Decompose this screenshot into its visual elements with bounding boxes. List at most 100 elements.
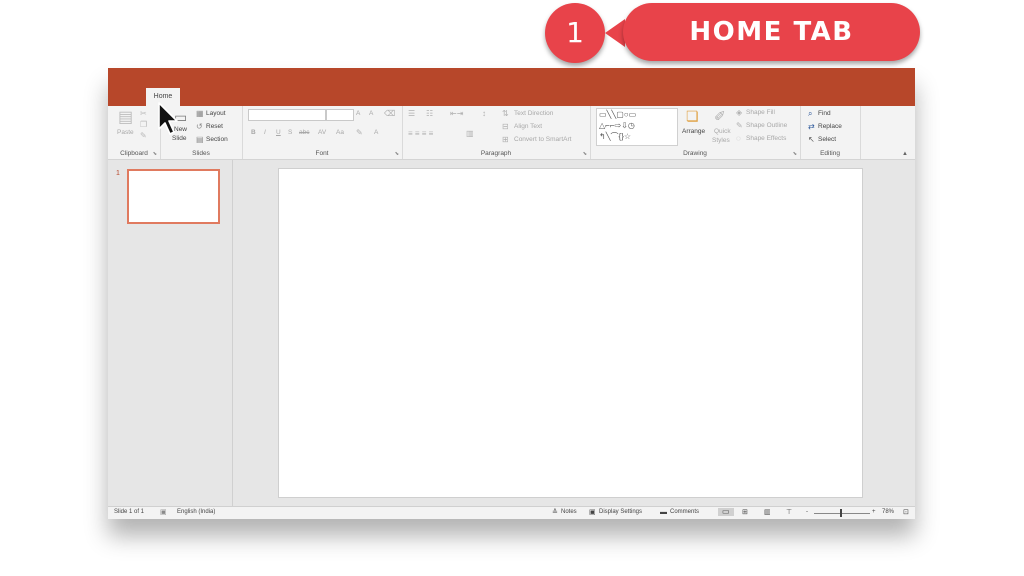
replace-icon: ⇄ [808, 122, 815, 131]
shapes-gallery[interactable]: ▭╲╲▢○▭ △⌐⌐⇨⇩◷ ↰╲⌒{}☆ [596, 108, 678, 146]
replace-button[interactable]: Replace [818, 123, 842, 130]
layout-button[interactable]: Layout [206, 110, 226, 117]
paragraph-launcher-icon[interactable]: ⬊ [583, 151, 587, 157]
slide-thumbnails-pane: 1 [108, 160, 233, 506]
shape-outline-icon: ✎ [736, 121, 743, 130]
zoom-level[interactable]: 78% [882, 509, 894, 515]
display-settings-icon: ▣ [589, 509, 596, 516]
section-button[interactable]: Section [206, 136, 228, 143]
shapes-row-1-icon: ▭╲╲▢○▭ [599, 110, 637, 119]
reset-button[interactable]: Reset [206, 123, 223, 130]
font-label: Font [315, 150, 329, 157]
comments-button[interactable]: Comments [670, 509, 699, 515]
paragraph-label: Paragraph [480, 150, 512, 157]
shape-outline-button[interactable]: Shape Outline [746, 122, 787, 129]
quick-styles-icon: ✐ [714, 108, 726, 124]
paragraph-group: ☰ ☷ ⇤⇥ ↕ ⇅ Text Direction ⊟ Align Text ⊞… [402, 106, 591, 159]
bold-button[interactable]: B [251, 129, 256, 136]
indent-icon[interactable]: ⇤⇥ [450, 110, 463, 118]
font-name-input[interactable] [248, 109, 326, 121]
callout-number: 1 [545, 3, 605, 63]
status-bar: Slide 1 of 1 ▣ English (India) ≙ Notes ▣… [108, 506, 915, 519]
arrange-button[interactable]: Arrange [682, 128, 705, 135]
comments-icon: ▬ [660, 509, 667, 516]
editing-group: ⌕ Find ⇄ Replace ↖ Select Editing [800, 106, 861, 159]
align-icons[interactable]: ≡ ≡ ≡ ≡ [408, 130, 433, 138]
italic-button[interactable]: I [264, 129, 266, 136]
align-text-button[interactable]: Align Text [514, 123, 542, 130]
shape-effects-button[interactable]: Shape Effects [746, 135, 786, 142]
numbering-icon[interactable]: ☷ [426, 110, 433, 118]
zoom-slider-track[interactable] [814, 513, 870, 514]
bullets-icon[interactable]: ☰ [408, 110, 415, 118]
zoom-slider-thumb[interactable] [840, 509, 842, 517]
reading-view-icon[interactable]: ▥ [764, 509, 771, 517]
quick-styles-label-1[interactable]: Quick [714, 128, 731, 135]
mouse-cursor-icon [158, 102, 178, 135]
char-spacing-button[interactable]: AV [318, 129, 326, 136]
grow-font-button[interactable]: A [356, 110, 360, 117]
find-button[interactable]: Find [818, 110, 831, 117]
editing-label: Editing [820, 150, 840, 157]
drawing-label: Drawing [683, 150, 707, 157]
quick-styles-label-2[interactable]: Styles [712, 137, 730, 144]
font-size-input[interactable] [326, 109, 354, 121]
normal-view-icon[interactable]: ▭ [718, 508, 734, 516]
change-case-button[interactable]: Aa [336, 129, 344, 136]
slide-thumbnail[interactable] [127, 169, 220, 224]
paste-icon: ▤ [118, 109, 134, 126]
highlight-icon[interactable]: ✎ [356, 129, 363, 137]
line-spacing-icon[interactable]: ↕ [482, 110, 486, 118]
format-painter-icon[interactable]: ✎ [140, 132, 147, 140]
shrink-font-button[interactable]: A [369, 110, 373, 117]
clipboard-launcher-icon[interactable]: ⬊ [153, 151, 157, 157]
home-tab-callout: 1 HOME TAB [545, 3, 921, 63]
paste-button[interactable]: Paste [117, 129, 134, 136]
collapse-ribbon-icon[interactable]: ▲ [902, 150, 908, 158]
slide-count: Slide 1 of 1 [114, 509, 145, 515]
layout-icon: ▦ [196, 109, 204, 118]
font-group: A A ⌫ B I U S abc AV Aa ✎ A Font ⬊ [242, 106, 403, 159]
select-icon: ↖ [808, 135, 815, 144]
ribbon: ▤ Paste ✂ ❐ ✎ Clipboard ⬊ ▭ New Slide ▦ … [108, 106, 915, 160]
slides-label: Slides [192, 150, 210, 157]
shapes-row-3-icon: ↰╲⌒{}☆ [599, 132, 632, 141]
select-button[interactable]: Select [818, 136, 836, 143]
fit-slide-icon[interactable]: ⊡ [903, 509, 909, 517]
shape-effects-icon: ◌ [736, 134, 741, 143]
callout-pointer [605, 19, 625, 47]
font-color-button[interactable]: A [374, 129, 378, 136]
spellcheck-icon[interactable]: ▣ [160, 509, 167, 517]
slideshow-icon[interactable]: ⊤ [786, 509, 792, 517]
clipboard-group: ▤ Paste ✂ ❐ ✎ Clipboard ⬊ [108, 106, 161, 159]
section-icon: ▤ [196, 135, 204, 144]
display-settings-button[interactable]: Display Settings [599, 509, 642, 515]
shadow-button[interactable]: S [288, 129, 292, 136]
strikethrough-button[interactable]: abc [299, 129, 309, 136]
drawing-launcher-icon[interactable]: ⬊ [793, 151, 797, 157]
arrange-icon: ❏ [686, 108, 699, 124]
zoom-in-button[interactable]: + [872, 509, 876, 515]
underline-button[interactable]: U [276, 129, 281, 136]
font-launcher-icon[interactable]: ⬊ [395, 151, 399, 157]
shape-fill-button[interactable]: Shape Fill [746, 109, 775, 116]
text-direction-button[interactable]: Text Direction [514, 110, 553, 117]
slide-canvas[interactable] [278, 168, 863, 498]
smartart-icon: ⊞ [502, 135, 509, 144]
notes-button[interactable]: Notes [561, 509, 577, 515]
copy-icon[interactable]: ❐ [140, 121, 147, 129]
text-direction-icon: ⇅ [502, 109, 509, 118]
zoom-out-button[interactable]: - [806, 509, 808, 515]
clear-formatting-icon[interactable]: ⌫ [384, 110, 395, 118]
convert-smartart-button[interactable]: Convert to SmartArt [514, 136, 571, 143]
columns-icon[interactable]: ▥ [466, 130, 474, 138]
find-icon: ⌕ [808, 109, 813, 118]
language-status[interactable]: English (India) [177, 509, 215, 515]
cut-icon[interactable]: ✂ [140, 110, 147, 118]
slide-sorter-icon[interactable]: ⊞ [742, 509, 748, 517]
shape-fill-icon: ◈ [736, 108, 743, 117]
callout-label: HOME TAB [623, 3, 920, 61]
title-bar: Home [108, 68, 915, 106]
powerpoint-window: Home ▤ Paste ✂ ❐ ✎ Clipboard ⬊ ▭ New Sli… [108, 68, 915, 519]
drawing-group: ▭╲╲▢○▭ △⌐⌐⇨⇩◷ ↰╲⌒{}☆ ❏ Arrange ✐ Quick S… [590, 106, 801, 159]
